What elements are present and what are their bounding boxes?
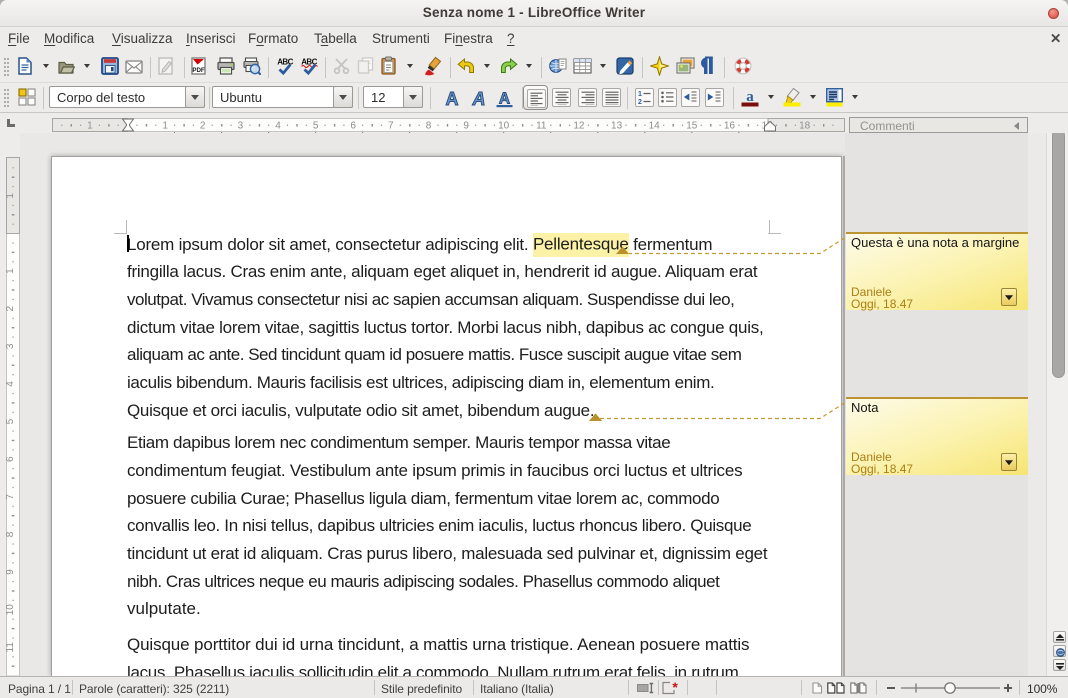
svg-text:2: 2 (638, 99, 642, 105)
svg-text:3: 3 (238, 120, 244, 131)
svg-text:16: 16 (724, 120, 736, 131)
svg-text:4: 4 (275, 120, 281, 131)
svg-text:1: 1 (162, 120, 168, 131)
svg-text:1: 1 (638, 91, 642, 98)
svg-text:15: 15 (686, 120, 698, 131)
svg-text:14: 14 (649, 120, 661, 131)
svg-text:7: 7 (388, 120, 394, 131)
svg-text:9: 9 (463, 120, 469, 131)
svg-text:12: 12 (573, 120, 585, 131)
svg-text:A: A (499, 91, 510, 108)
svg-text:13: 13 (611, 120, 623, 131)
svg-text:18: 18 (799, 120, 811, 131)
svg-text:8: 8 (426, 120, 432, 131)
svg-text:*: * (672, 681, 678, 695)
svg-text:A: A (472, 89, 486, 108)
svg-text:ABC: ABC (277, 58, 293, 67)
svg-text:1: 1 (87, 120, 93, 131)
svg-text:2: 2 (200, 120, 206, 131)
svg-text:11: 11 (536, 120, 547, 131)
svg-text:A: A (446, 89, 459, 108)
svg-text:PDF: PDF (192, 67, 205, 74)
svg-text:6: 6 (350, 120, 356, 131)
svg-text:10: 10 (498, 120, 510, 131)
svg-text:5: 5 (313, 120, 319, 131)
